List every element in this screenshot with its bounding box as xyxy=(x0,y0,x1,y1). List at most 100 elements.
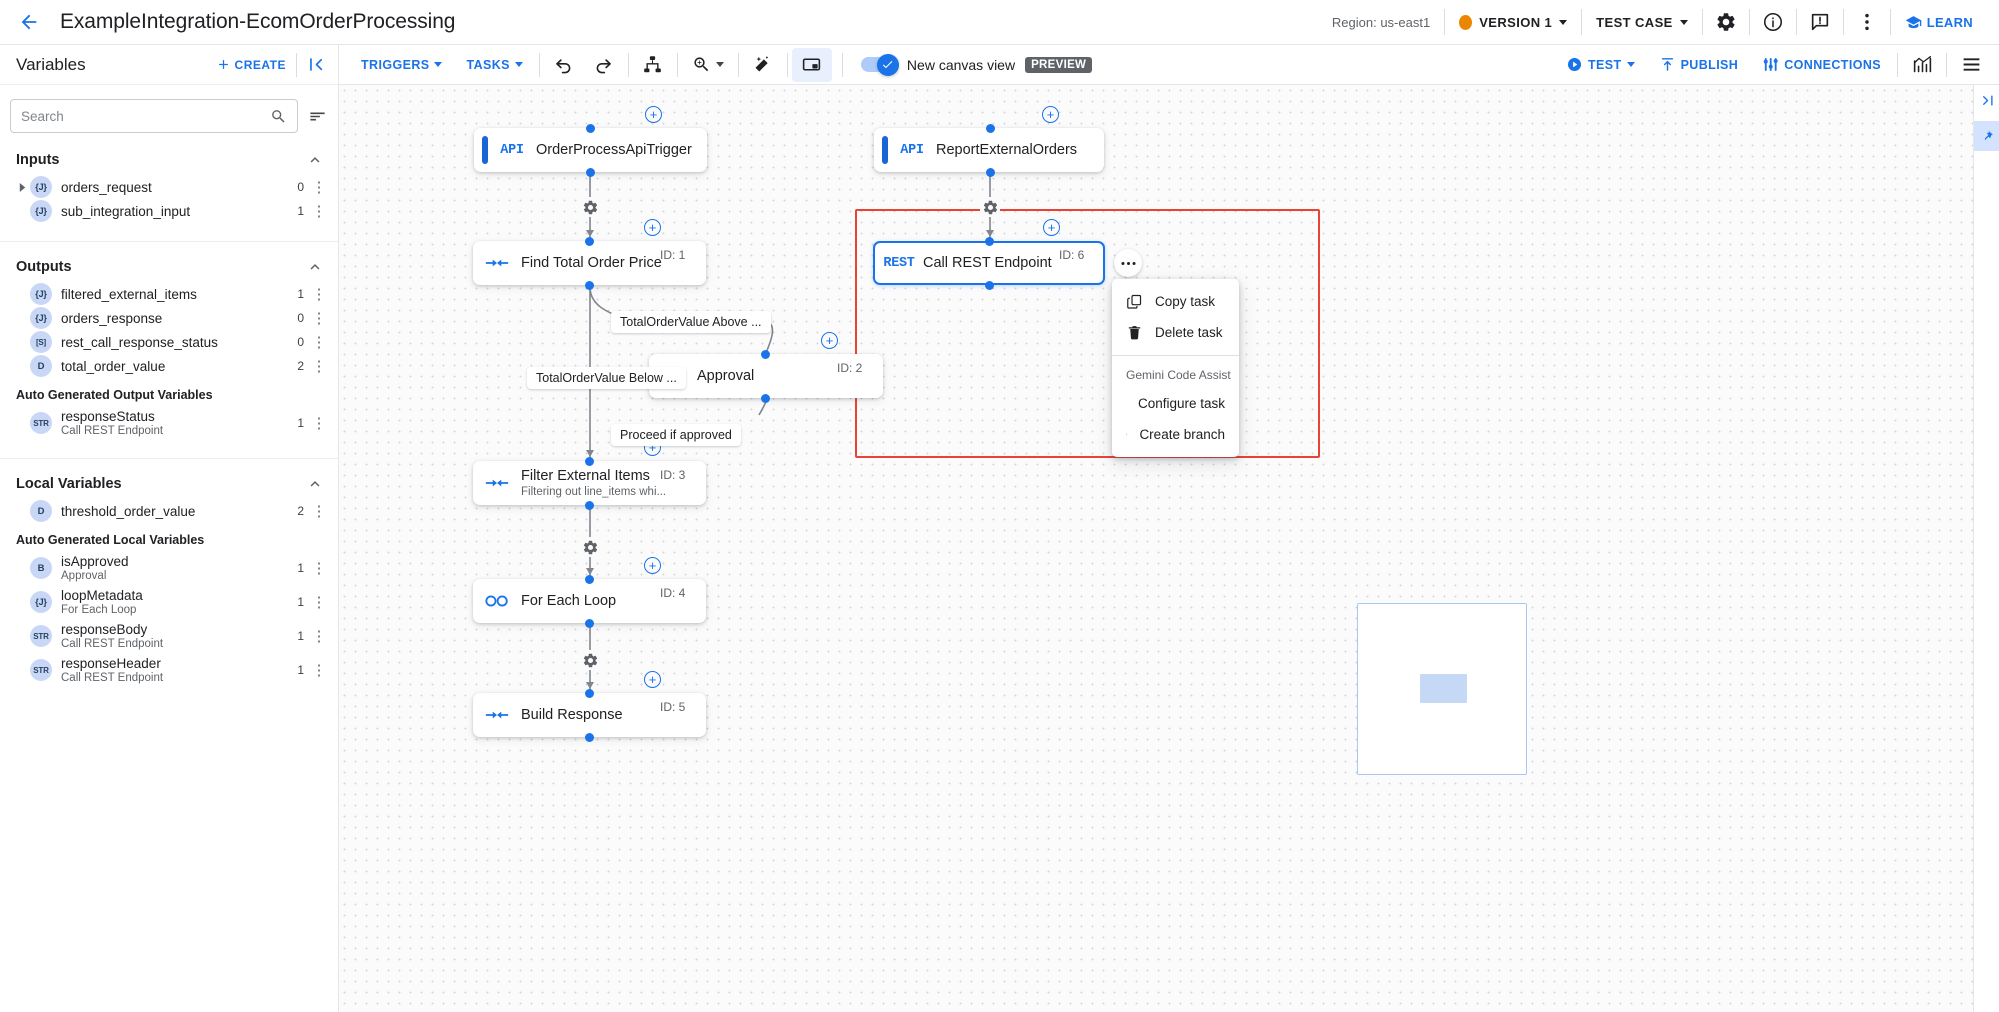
variable-row[interactable]: STR responseHeader Call REST Endpoint 1 … xyxy=(0,653,338,687)
edge-config-gear-loop[interactable] xyxy=(580,650,600,670)
variable-row[interactable]: [S] rest_call_response_status 0 ⋮ xyxy=(0,330,338,354)
node-input-port[interactable] xyxy=(585,689,594,698)
canvas-minimap[interactable] xyxy=(1357,603,1527,775)
test-button[interactable]: TEST xyxy=(1554,45,1647,85)
add-node-button[interactable]: + xyxy=(645,106,662,123)
node-output-port[interactable] xyxy=(585,733,594,742)
magic-wand-button[interactable] xyxy=(743,45,783,85)
variable-row[interactable]: STR responseBody Call REST Endpoint 1 ⋮ xyxy=(0,619,338,653)
section-header[interactable]: Outputs xyxy=(0,252,338,282)
triggers-menu-button[interactable]: TRIGGERS xyxy=(349,45,454,85)
edge-label-e-above[interactable]: TotalOrderValue Above ... xyxy=(611,311,771,333)
settings-button[interactable] xyxy=(1703,0,1749,45)
add-node-button[interactable]: + xyxy=(1042,106,1059,123)
variable-row[interactable]: B isApproved Approval 1 ⋮ xyxy=(0,551,338,585)
feedback-button[interactable] xyxy=(1797,0,1843,45)
context-menu-item-delete-task[interactable]: Delete task xyxy=(1112,317,1239,348)
add-node-button[interactable]: + xyxy=(644,671,661,688)
add-node-button[interactable]: + xyxy=(821,332,838,349)
variable-more-button[interactable]: ⋮ xyxy=(310,416,328,431)
node-output-port[interactable] xyxy=(986,168,995,177)
canvas-node-n-report[interactable]: API ReportExternalOrders xyxy=(874,128,1104,172)
node-output-port[interactable] xyxy=(586,168,595,177)
variable-row[interactable]: {J} orders_request 0 ⋮ xyxy=(0,175,338,199)
section-header[interactable]: Local Variables xyxy=(0,469,338,499)
search-input[interactable] xyxy=(21,109,270,124)
node-output-port[interactable] xyxy=(585,619,594,628)
node-input-port[interactable] xyxy=(585,237,594,246)
section-header[interactable]: Inputs xyxy=(0,145,338,175)
node-input-port[interactable] xyxy=(585,457,594,466)
info-button[interactable] xyxy=(1750,0,1796,45)
edge-config-gear-report[interactable] xyxy=(980,197,1000,217)
section-collapse-toggle[interactable] xyxy=(306,151,324,169)
node-input-port[interactable] xyxy=(986,124,995,133)
expand-arrow-icon[interactable] xyxy=(14,183,30,192)
version-selector[interactable]: VERSION 1 xyxy=(1445,0,1581,45)
variable-more-button[interactable]: ⋮ xyxy=(310,287,328,302)
variable-more-button[interactable]: ⋮ xyxy=(310,561,328,576)
learn-button[interactable]: LEARN xyxy=(1891,0,1987,45)
variable-more-button[interactable]: ⋮ xyxy=(310,595,328,610)
redo-button[interactable] xyxy=(584,45,624,85)
sort-button[interactable] xyxy=(306,107,328,126)
publish-button[interactable]: PUBLISH xyxy=(1647,45,1751,85)
variable-more-button[interactable]: ⋮ xyxy=(310,311,328,326)
pin-panel-button[interactable] xyxy=(1974,121,1999,151)
new-canvas-view-switch[interactable] xyxy=(861,57,897,72)
variable-more-button[interactable]: ⋮ xyxy=(310,335,328,350)
node-input-port[interactable] xyxy=(761,350,770,359)
add-node-button[interactable]: + xyxy=(644,557,661,574)
node-output-port[interactable] xyxy=(585,281,594,290)
test-case-selector[interactable]: TEST CASE xyxy=(1582,0,1702,45)
variable-more-button[interactable]: ⋮ xyxy=(310,204,328,219)
section-collapse-toggle[interactable] xyxy=(306,475,324,493)
search-box[interactable] xyxy=(10,99,298,133)
variable-more-button[interactable]: ⋮ xyxy=(310,629,328,644)
context-menu-item-create-branch[interactable]: Create branch xyxy=(1112,419,1239,450)
expand-right-panel-button[interactable] xyxy=(1974,85,1999,115)
section-collapse-toggle[interactable] xyxy=(306,258,324,276)
variable-row[interactable]: {J} orders_response 0 ⋮ xyxy=(0,306,338,330)
context-menu-item-copy-task[interactable]: Copy task xyxy=(1112,286,1239,317)
collapse-sidebar-button[interactable] xyxy=(307,55,326,74)
edge-config-gear-filter[interactable] xyxy=(580,537,600,557)
connections-button[interactable]: CONNECTIONS xyxy=(1750,45,1893,85)
back-button[interactable] xyxy=(14,7,44,37)
variable-more-button[interactable]: ⋮ xyxy=(310,663,328,678)
node-output-port[interactable] xyxy=(985,281,994,290)
variable-row[interactable]: D total_order_value 2 ⋮ xyxy=(0,354,338,378)
node-input-port[interactable] xyxy=(586,124,595,133)
task-context-menu[interactable]: Copy task Delete task Gemini Code Assist… xyxy=(1112,279,1239,457)
context-menu-item-configure-task[interactable]: Configure task xyxy=(1112,388,1239,419)
node-overflow-menu-button[interactable] xyxy=(1114,249,1142,277)
variable-more-button[interactable]: ⋮ xyxy=(310,359,328,374)
auto-layout-button[interactable] xyxy=(633,45,673,85)
analytics-button[interactable] xyxy=(1902,45,1942,85)
node-output-port[interactable] xyxy=(585,501,594,510)
workflow-canvas[interactable]: API OrderProcessApiTrigger + API ReportE… xyxy=(339,85,1999,1012)
variable-row[interactable]: D threshold_order_value 2 ⋮ xyxy=(0,499,338,523)
variable-more-button[interactable]: ⋮ xyxy=(310,180,328,195)
create-variable-button[interactable]: CREATE xyxy=(216,57,286,72)
variable-row[interactable]: {J} loopMetadata For Each Loop 1 ⋮ xyxy=(0,585,338,619)
variable-row[interactable]: {J} sub_integration_input 1 ⋮ xyxy=(0,199,338,223)
variable-row[interactable]: {J} filtered_external_items 1 ⋮ xyxy=(0,282,338,306)
list-menu-button[interactable] xyxy=(1951,45,1991,85)
edge-label-e-below[interactable]: TotalOrderValue Below ... xyxy=(527,367,686,389)
variable-row[interactable]: STR responseStatus Call REST Endpoint 1 … xyxy=(0,406,338,440)
node-input-port[interactable] xyxy=(985,237,994,246)
edge-config-gear-trigger[interactable] xyxy=(580,197,600,217)
edge-label-e-proceed[interactable]: Proceed if approved xyxy=(611,424,741,446)
variable-more-button[interactable]: ⋮ xyxy=(310,504,328,519)
add-node-button[interactable]: + xyxy=(1043,219,1060,236)
zoom-menu-button[interactable] xyxy=(682,45,734,85)
tasks-menu-button[interactable]: TASKS xyxy=(454,45,534,85)
node-input-port[interactable] xyxy=(585,575,594,584)
undo-button[interactable] xyxy=(544,45,584,85)
overflow-menu-button[interactable] xyxy=(1844,0,1890,45)
add-node-button[interactable]: + xyxy=(644,219,661,236)
canvas-node-n-trigger-api[interactable]: API OrderProcessApiTrigger xyxy=(474,128,707,172)
node-output-port[interactable] xyxy=(761,394,770,403)
toggle-side-panel-button[interactable] xyxy=(792,48,832,82)
